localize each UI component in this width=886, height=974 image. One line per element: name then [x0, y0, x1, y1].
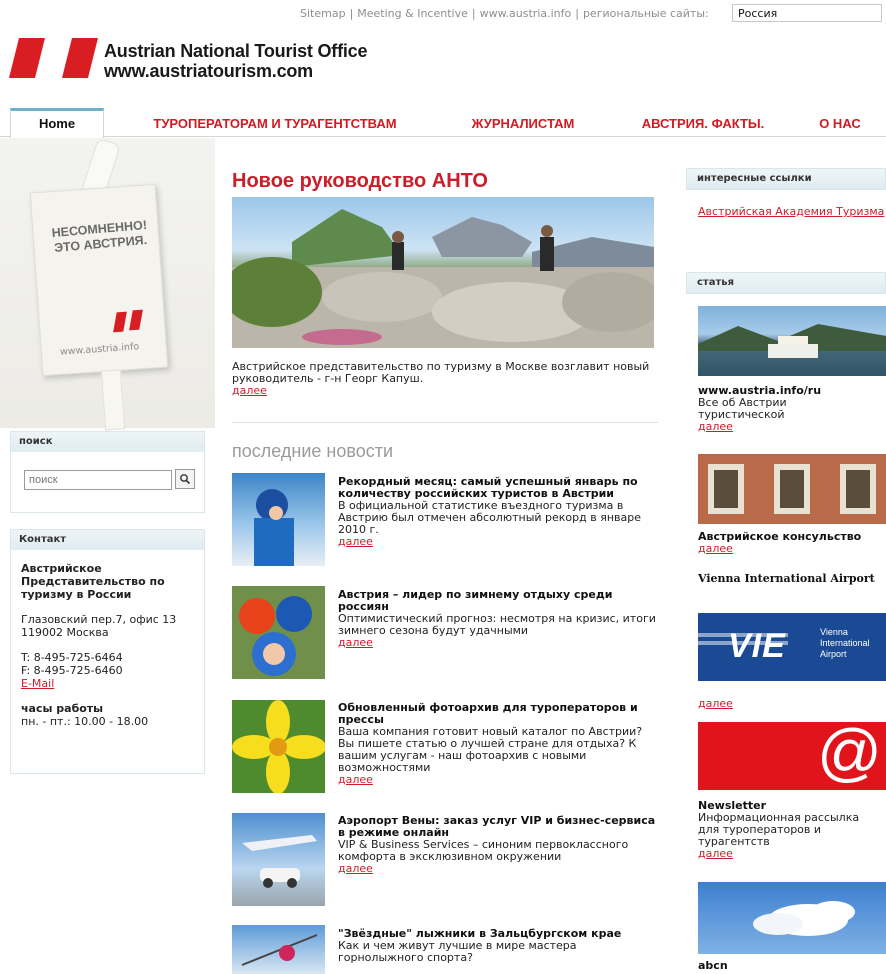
news-item-3: Обновленный фотоархив для туроператоров …: [338, 702, 660, 786]
airport-thumb: [242, 835, 317, 888]
site-logo-title[interactable]: Austrian National Tourist Office www.aus…: [104, 41, 367, 81]
cloud-thumb: [753, 901, 855, 936]
links-panel: интересные ссылки Австрийская Академия Т…: [686, 168, 886, 218]
hero-summary: Австрийское представительство по туризму…: [232, 361, 662, 397]
article-4-more[interactable]: далее: [698, 847, 733, 860]
region-select[interactable]: Россия: [732, 4, 882, 22]
flower-thumb: [232, 700, 325, 793]
section-divider: [232, 422, 658, 423]
article-4: Newsletter Информационная рассылка для т…: [698, 800, 883, 860]
logo-flag-right: [62, 38, 98, 78]
logo-flag-left: [9, 38, 45, 78]
article-image-sky[interactable]: [698, 882, 886, 954]
contact-fax: F: 8-495-725-6460: [21, 664, 123, 677]
hero-title[interactable]: Новое руководство АНТО: [232, 170, 488, 193]
tag-strip: [100, 369, 126, 431]
article-1: www.austria.info/ru Все об Австрии турис…: [698, 385, 821, 433]
news-text-5: Как и чем живут лучшие в мире мастера го…: [338, 939, 577, 964]
ship-thumb: [698, 324, 886, 358]
meeting-incentive-link[interactable]: Meeting & Incentive: [357, 7, 468, 20]
kids-thumb: [239, 596, 312, 676]
news-title-4[interactable]: Аэропорт Вены: заказ услуг VIP и бизнес-…: [338, 815, 660, 839]
hero-landscape: [232, 209, 654, 348]
hero-image[interactable]: [232, 197, 654, 348]
news-thumb-3[interactable]: [232, 700, 325, 793]
article-2-more[interactable]: далее: [698, 542, 733, 555]
article-image-lake[interactable]: [698, 306, 886, 376]
regional-sites-label: региональные сайты:: [582, 7, 709, 20]
article-1-more[interactable]: далее: [698, 420, 733, 433]
news-heading: последние новости: [232, 441, 394, 461]
article-5-title[interactable]: abcn: [698, 960, 728, 972]
hours-value: пн. - пт.: 10.00 - 18.00: [21, 715, 149, 728]
article-4-text: Информационная рассылка для туроператоро…: [698, 811, 860, 848]
skier-thumb: [254, 489, 294, 566]
news-more-1[interactable]: далее: [338, 535, 373, 548]
logo-line-1: Austrian National Tourist Office: [104, 41, 368, 61]
contact-org: Австрийское Представительство по туризму…: [21, 562, 165, 601]
news-item-5: "Звёздные" лыжники в Зальцбургском крае …: [338, 928, 660, 964]
article-heading: статья: [686, 272, 886, 294]
news-more-2[interactable]: далее: [338, 636, 373, 649]
contact-address-2: 119002 Москва: [21, 626, 109, 639]
logo-line-2: www.austriatourism.com: [104, 61, 313, 81]
news-text-3: Ваша компания готовит новый каталог по А…: [338, 725, 643, 774]
news-thumb-4[interactable]: [232, 813, 325, 906]
news-text-1: В официальной статистике въездного туриз…: [338, 499, 641, 536]
vie-mark: VIE: [728, 627, 786, 665]
article-panel: статья: [686, 272, 886, 294]
search-panel: поиск: [10, 431, 205, 513]
news-thumb-2[interactable]: [232, 586, 325, 679]
article-3-title[interactable]: Vienna International Airport: [698, 573, 886, 585]
article-image-consulate[interactable]: [698, 454, 886, 524]
contact-panel: Контакт Австрийское Представительство по…: [10, 529, 205, 774]
tab-home[interactable]: Home: [10, 108, 104, 138]
news-item-2: Австрия – лидер по зимнему отдыху среди …: [338, 589, 660, 649]
news-text-2: Оптимистический прогноз: несмотря на кри…: [338, 612, 656, 637]
search-heading: поиск: [11, 432, 204, 452]
austria-info-link[interactable]: www.austria.info: [480, 7, 572, 20]
at-sign-icon: @: [817, 716, 882, 788]
contact-address-1: Глазовский пер.7, офис 13: [21, 613, 177, 626]
windows-thumb: [708, 464, 876, 514]
utility-links: Sitemap | Meeting & Incentive | www.austria.…: [300, 7, 709, 20]
tab-about[interactable]: О НАС: [810, 111, 870, 137]
contact-phone: T: 8-495-725-6464: [21, 651, 123, 664]
news-more-3[interactable]: далее: [338, 773, 373, 786]
news-item-1: Рекордный месяц: самый успешный январь п…: [338, 476, 660, 548]
links-heading: интересные ссылки: [686, 168, 886, 190]
search-input[interactable]: [24, 470, 172, 490]
news-title-3[interactable]: Обновленный фотоархив для туроператоров …: [338, 702, 660, 726]
contact-heading: Контакт: [11, 530, 204, 550]
contact-email-link[interactable]: E-Mail: [21, 677, 54, 690]
vie-logo[interactable]: VIE Vienna International Airport: [698, 613, 886, 681]
article-1-text: Все об Австрии туристической: [698, 396, 787, 421]
ski-racer-thumb: [241, 934, 318, 966]
hours-label: часы работы: [21, 702, 104, 715]
tab-austria-facts[interactable]: АВСТРИЯ. ФАКТЫ.: [628, 111, 778, 137]
hero-more-link[interactable]: далее: [232, 384, 267, 397]
news-text-4: VIP & Business Services – синоним первок…: [338, 838, 629, 863]
news-thumb-1[interactable]: [232, 473, 325, 566]
sitemap-link[interactable]: Sitemap: [300, 7, 346, 20]
news-more-4[interactable]: далее: [338, 862, 373, 875]
news-thumb-5[interactable]: [232, 925, 325, 974]
tab-touroperators[interactable]: ТУРОПЕРАТОРАМ И ТУРАГЕНТСТВАМ: [130, 111, 420, 137]
article-3-more[interactable]: далее: [698, 697, 733, 710]
tab-journalists[interactable]: ЖУРНАЛИСТАМ: [458, 111, 588, 137]
magnifier-icon: [180, 474, 191, 485]
news-title-1[interactable]: Рекордный месяц: самый успешный январь п…: [338, 476, 660, 500]
hero-text: Австрийское представительство по туризму…: [232, 360, 650, 385]
tourism-academy-link[interactable]: Австрийская Академия Туризма: [698, 205, 884, 218]
newsletter-image[interactable]: @: [698, 716, 886, 790]
search-button[interactable]: [175, 469, 195, 489]
news-title-2[interactable]: Австрия – лидер по зимнему отдыху среди …: [338, 589, 660, 613]
article-2: Австрийское консульство далее: [698, 531, 886, 555]
news-item-4: Аэропорт Вены: заказ услуг VIP и бизнес-…: [338, 815, 660, 875]
vie-caption: Vienna International Airport: [820, 627, 870, 659]
